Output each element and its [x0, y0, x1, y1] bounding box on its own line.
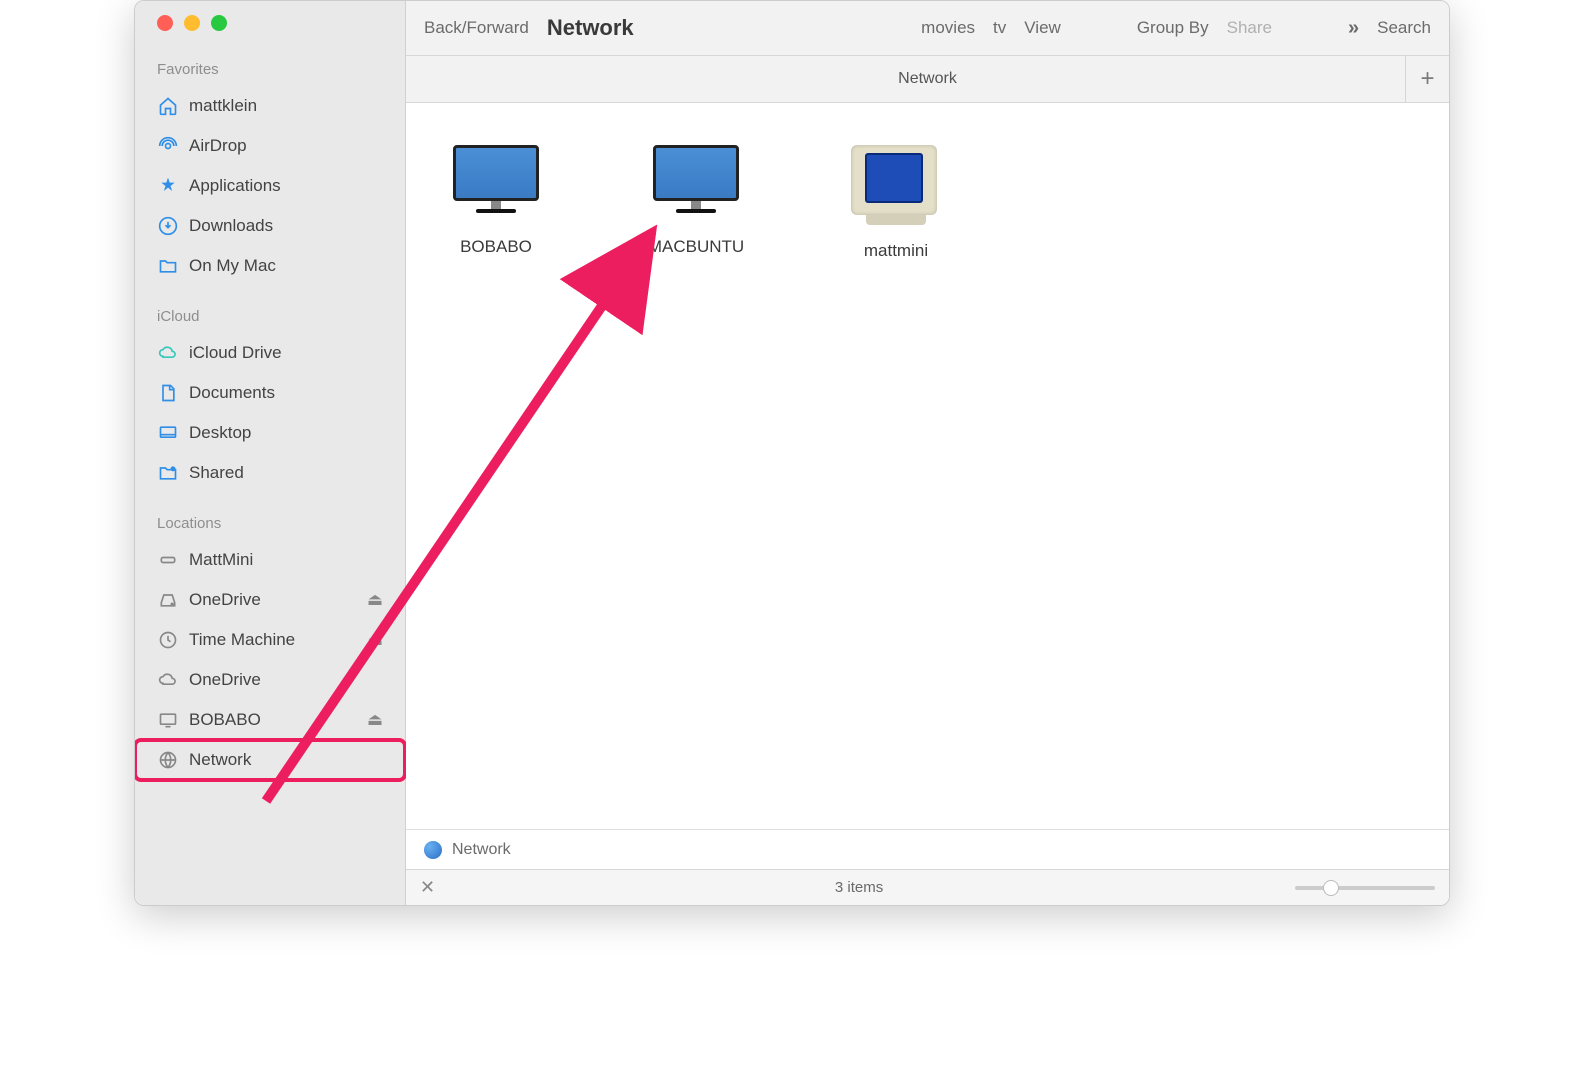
eject-icon[interactable]: ⏏ — [367, 590, 383, 610]
icon-size-slider[interactable] — [1295, 886, 1435, 890]
chevrons-icon[interactable]: » — [1348, 17, 1359, 40]
macmini-icon — [157, 549, 179, 571]
imac-icon — [451, 145, 541, 225]
sidebar-item-network[interactable]: Network — [135, 740, 405, 780]
crt-monitor-icon — [851, 145, 941, 229]
sidebar-item-applications[interactable]: Applications — [135, 166, 405, 206]
sidebar-item-onedrive-disk[interactable]: OneDrive ⏏ — [135, 580, 405, 620]
disk-icon — [157, 589, 179, 611]
home-icon — [157, 95, 179, 117]
status-bar: ✕ 3 items — [406, 869, 1449, 905]
sidebar-item-icloud-drive[interactable]: iCloud Drive — [135, 333, 405, 373]
finder-window: Favorites mattklein AirDrop Applications… — [134, 0, 1450, 906]
toolbar-view[interactable]: View — [1024, 18, 1061, 38]
sidebar-item-shared[interactable]: Shared — [135, 453, 405, 493]
main-area: Back/Forward Network movies tv View Grou… — [406, 1, 1449, 905]
eject-icon[interactable]: ⏏ — [367, 710, 383, 730]
toolbar-group-by[interactable]: Group By — [1137, 18, 1209, 38]
toolbar-search[interactable]: Search — [1377, 18, 1431, 38]
sidebar-item-downloads[interactable]: Downloads — [135, 206, 405, 246]
airdrop-icon — [157, 135, 179, 157]
network-item-label: MACBUNTU — [648, 237, 744, 257]
toolbar-share[interactable]: Share — [1227, 18, 1272, 38]
item-count: 3 items — [435, 879, 1283, 896]
locations-label: Locations — [135, 515, 405, 540]
time-machine-icon — [157, 629, 179, 651]
sidebar-item-label: AirDrop — [189, 136, 247, 156]
network-globe-icon — [424, 841, 442, 859]
desktop-icon — [157, 422, 179, 444]
close-button[interactable] — [157, 15, 173, 31]
tab-network[interactable]: Network — [898, 70, 957, 88]
toolbar-movies[interactable]: movies — [921, 18, 975, 38]
sidebar-item-label: OneDrive — [189, 670, 261, 690]
icloud-section: iCloud iCloud Drive Documents Desktop Sh… — [135, 308, 405, 493]
sidebar-item-on-my-mac[interactable]: On My Mac — [135, 246, 405, 286]
apps-icon — [157, 175, 179, 197]
back-forward-button[interactable]: Back/Forward — [424, 18, 529, 38]
window-title: Network — [547, 15, 634, 41]
sidebar-item-label: BOBABO — [189, 710, 261, 730]
status-close-icon[interactable]: ✕ — [420, 877, 435, 898]
sidebar-item-label: iCloud Drive — [189, 343, 282, 363]
sidebar-item-onedrive-cloud[interactable]: OneDrive — [135, 660, 405, 700]
eject-icon[interactable]: ⏏ — [367, 630, 383, 650]
folder-icon — [157, 255, 179, 277]
new-tab-button[interactable]: + — [1405, 56, 1449, 102]
doc-icon — [157, 382, 179, 404]
sidebar-item-label: Applications — [189, 176, 281, 196]
network-item-label: BOBABO — [460, 237, 532, 257]
sidebar-item-desktop[interactable]: Desktop — [135, 413, 405, 453]
content-area[interactable]: BOBABO MACBUNTU mattmini — [406, 103, 1449, 829]
icloud-label: iCloud — [135, 308, 405, 333]
favorites-section: Favorites mattklein AirDrop Applications… — [135, 61, 405, 286]
cloud-icon — [157, 342, 179, 364]
sidebar-item-label: Network — [189, 750, 251, 770]
sidebar-item-time-machine[interactable]: Time Machine ⏏ — [135, 620, 405, 660]
sidebar-item-label: Downloads — [189, 216, 273, 236]
sidebar-item-airdrop[interactable]: AirDrop — [135, 126, 405, 166]
favorites-label: Favorites — [135, 61, 405, 86]
tab-bar: Network + — [406, 56, 1449, 103]
network-item-label: mattmini — [864, 241, 928, 261]
sidebar-item-label: Desktop — [189, 423, 251, 443]
sidebar-item-label: On My Mac — [189, 256, 276, 276]
path-bar: Network — [406, 829, 1449, 869]
download-icon — [157, 215, 179, 237]
imac-icon — [651, 145, 741, 225]
zoom-button[interactable] — [211, 15, 227, 31]
path-label[interactable]: Network — [452, 841, 511, 859]
display-icon — [157, 709, 179, 731]
locations-section: Locations MattMini OneDrive ⏏ Time Machi… — [135, 515, 405, 780]
sidebar-item-label: Documents — [189, 383, 275, 403]
sidebar-item-label: Time Machine — [189, 630, 295, 650]
sidebar-item-bobabo[interactable]: BOBABO ⏏ — [135, 700, 405, 740]
toolbar: Back/Forward Network movies tv View Grou… — [406, 1, 1449, 56]
sidebar-item-mattklein[interactable]: mattklein — [135, 86, 405, 126]
network-item-bobabo[interactable]: BOBABO — [426, 145, 566, 257]
sidebar-item-label: Shared — [189, 463, 244, 483]
network-item-macbuntu[interactable]: MACBUNTU — [626, 145, 766, 257]
sidebar-item-label: OneDrive — [189, 590, 261, 610]
sidebar-item-label: MattMini — [189, 550, 253, 570]
minimize-button[interactable] — [184, 15, 200, 31]
cloud-gray-icon — [157, 669, 179, 691]
sidebar: Favorites mattklein AirDrop Applications… — [135, 1, 406, 905]
toolbar-tv[interactable]: tv — [993, 18, 1006, 38]
network-item-mattmini[interactable]: mattmini — [826, 145, 966, 261]
globe-icon — [157, 749, 179, 771]
shared-folder-icon — [157, 462, 179, 484]
window-controls — [135, 15, 405, 61]
sidebar-item-documents[interactable]: Documents — [135, 373, 405, 413]
sidebar-item-mattmini[interactable]: MattMini — [135, 540, 405, 580]
sidebar-item-label: mattklein — [189, 96, 257, 116]
